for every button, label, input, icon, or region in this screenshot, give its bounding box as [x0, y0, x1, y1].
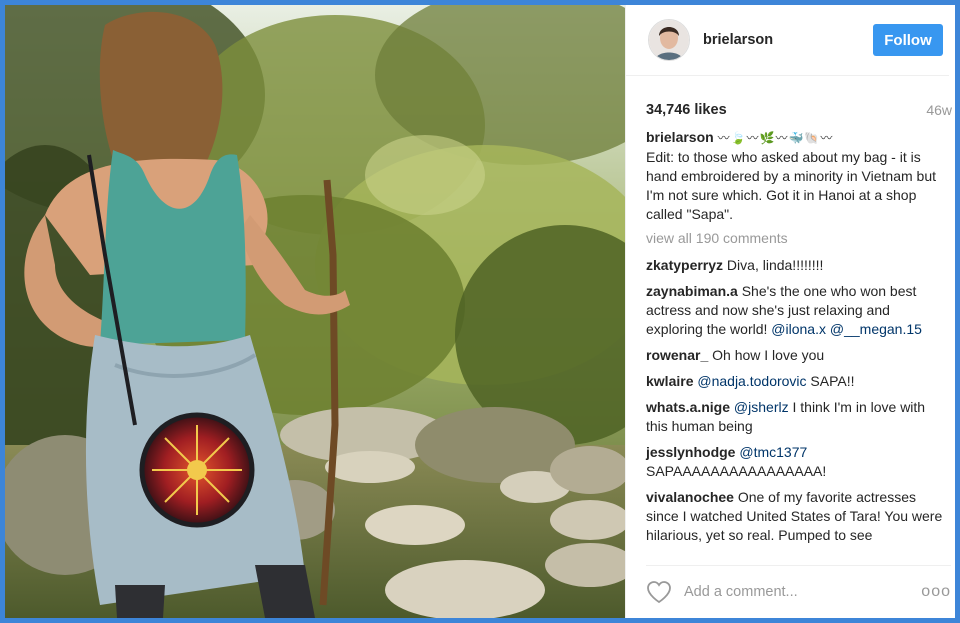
- comment-mention-link[interactable]: @nadja.todorovic: [697, 373, 806, 389]
- comment-mention-link[interactable]: @__megan.15: [830, 321, 922, 337]
- avatar-image: [649, 20, 689, 60]
- comment-username[interactable]: rowenar_: [646, 347, 708, 363]
- post-sidebar: brielarson Follow 34,746 likes 46w briel…: [625, 5, 955, 618]
- comment-username[interactable]: whats.a.nige: [646, 399, 730, 415]
- view-all-comments-link[interactable]: view all 190 comments: [646, 229, 947, 248]
- caption-text: Edit: to those who asked about my bag - …: [646, 149, 937, 222]
- comment-username[interactable]: kwlaire: [646, 373, 693, 389]
- comment-text: SAPA!!: [806, 373, 855, 389]
- comment-item: zaynabiman.a She's the one who won best …: [646, 282, 947, 339]
- comment-username[interactable]: vivalanochee: [646, 489, 734, 505]
- comment-item: zkatyperryz Diva, linda!!!!!!!!: [646, 256, 947, 275]
- comment-item: rowenar_ Oh how I love you: [646, 346, 947, 365]
- comment-text: SAPAAAAAAAAAAAAAAAA!: [646, 463, 827, 479]
- post-meta: 34,746 likes 46w: [626, 92, 955, 128]
- heart-icon[interactable]: [646, 580, 672, 604]
- comment-footer: ooo: [646, 565, 951, 618]
- comment-mention-link[interactable]: @ilona.x: [771, 321, 826, 337]
- comment-container: zkatyperryz Diva, linda!!!!!!!! zaynabima…: [646, 256, 947, 545]
- comment-item: vivalanochee One of my favorite actresse…: [646, 488, 947, 545]
- caption-username[interactable]: brielarson: [646, 129, 714, 145]
- likes-count[interactable]: 34,746 likes: [646, 102, 727, 118]
- comment-item: whats.a.nige @jsherlz I think I'm in lov…: [646, 398, 947, 436]
- caption-emoji: 〰🍃〰🌿〰🐳🐚〰: [717, 131, 834, 145]
- comments-list: brielarson 〰🍃〰🌿〰🐳🐚〰 Edit: to those who a…: [626, 128, 955, 564]
- follow-button[interactable]: Follow: [873, 24, 943, 56]
- post-photo-image: [5, 5, 625, 618]
- post-window: brielarson Follow 34,746 likes 46w briel…: [5, 5, 955, 618]
- post-age[interactable]: 46w: [926, 102, 952, 118]
- comment-username[interactable]: jesslynhodge: [646, 444, 735, 460]
- post-caption: brielarson 〰🍃〰🌿〰🐳🐚〰 Edit: to those who a…: [646, 128, 947, 224]
- comment-username[interactable]: zkatyperryz: [646, 257, 723, 273]
- comment-text: Diva, linda!!!!!!!!: [723, 257, 824, 273]
- comment-mention-link[interactable]: @tmc1377: [739, 444, 807, 460]
- post-username[interactable]: brielarson: [703, 32, 873, 48]
- comment-text: Oh how I love you: [708, 347, 825, 363]
- comment-mention-link[interactable]: @jsherlz: [734, 399, 789, 415]
- comment-username[interactable]: zaynabiman.a: [646, 283, 738, 299]
- add-comment-input[interactable]: [682, 583, 922, 601]
- post-header: brielarson Follow: [626, 5, 949, 76]
- avatar[interactable]: [648, 19, 690, 61]
- comment-item: jesslynhodge @tmc1377 SAPAAAAAAAAAAAAAAA…: [646, 443, 947, 481]
- comment-item: kwlaire @nadja.todorovic SAPA!!: [646, 372, 947, 391]
- post-photo[interactable]: [5, 5, 625, 618]
- more-options-icon[interactable]: ooo: [921, 583, 951, 601]
